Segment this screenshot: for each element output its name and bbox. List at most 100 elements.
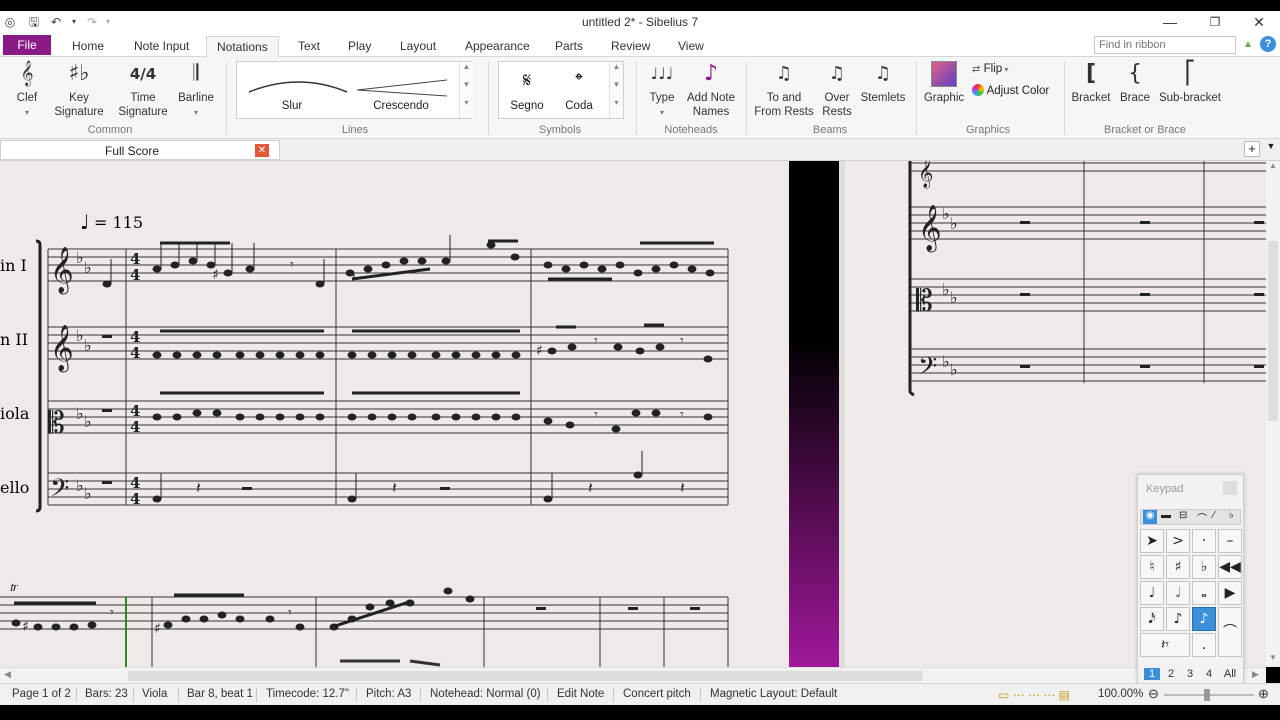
tab-review[interactable]: Review — [601, 36, 660, 57]
scroll-right-icon[interactable]: ▶ — [1252, 669, 1259, 680]
keypad-layout-1[interactable]: 1 — [1144, 668, 1160, 680]
zoom-in-icon[interactable]: ⊕ — [1258, 686, 1269, 702]
tab-parts[interactable]: Parts — [545, 36, 593, 57]
keypad-rewind-button[interactable]: ◀◀ — [1218, 555, 1242, 579]
concert-pitch-toggle[interactable]: Concert pitch — [623, 688, 691, 700]
viola-notes[interactable]: 𝄾 𝄾 — [102, 391, 713, 433]
tab-appearance[interactable]: Appearance — [455, 36, 540, 57]
symbols-gallery[interactable]: 𝄋 Segno 𝄌 Coda ▲ ▼ ▾ — [498, 61, 624, 119]
help-icon[interactable]: ? — [1260, 36, 1276, 52]
barline-button[interactable]: 𝄂 Barline ▾ — [176, 61, 216, 120]
tab-notations[interactable]: Notations — [206, 36, 279, 57]
instrument-label-violin-1[interactable]: in I — [0, 256, 27, 275]
scroll-left-icon[interactable]: ◀ — [4, 669, 11, 680]
zoom-slider[interactable] — [1164, 689, 1254, 701]
keypad-staccato-button[interactable]: · — [1192, 529, 1216, 553]
right-page-music[interactable]: 𝄞 𝄞 𝄡 𝄢 ♭♭ ♭ ♭ ♭ ♭ — [916, 161, 1264, 387]
keypad-8th-alt-button[interactable]: ♪ — [1166, 607, 1190, 631]
keypad-panel[interactable]: Keypad ◉ ▬ ⊟ ⌒ ⁄ ♭ ➤ > · – ♮ ♯ ♭ ◀◀ ♩ 𝅗𝅥… — [1137, 474, 1244, 686]
tab-view[interactable]: View — [668, 36, 714, 57]
horizontal-scroll-thumb[interactable] — [128, 671, 923, 681]
adjust-color-button[interactable]: Adjust Color — [972, 84, 1049, 97]
tab-play[interactable]: Play — [338, 36, 381, 57]
clef-button[interactable]: 𝄞 Clef ▾ — [10, 61, 44, 120]
zoom-level[interactable]: 100.00% — [1098, 688, 1143, 700]
keypad-accent-button[interactable]: > — [1166, 529, 1190, 553]
magnetic-layout-toggle[interactable]: Magnetic Layout: Default — [710, 688, 837, 700]
tab-layout[interactable]: Layout — [390, 36, 446, 57]
system-bracket[interactable] — [35, 239, 42, 513]
ribbon-search-input[interactable] — [1094, 36, 1236, 54]
instrument-label-violin-2[interactable]: n II — [0, 330, 28, 349]
lines-gallery-scroll[interactable]: ▲ ▼ ▾ — [459, 62, 473, 118]
system-2-notes[interactable]: 𝆖 ♯ 𝄾 ♯ 𝄾 — [10, 579, 700, 637]
keypad-layout-4[interactable]: 4 — [1201, 668, 1217, 680]
keypad-layout-3[interactable]: 3 — [1182, 668, 1198, 680]
add-note-names-button[interactable]: ♪ Add Note Names — [684, 61, 738, 119]
zoom-slider-thumb[interactable] — [1204, 689, 1210, 701]
tab-home[interactable]: Home — [62, 36, 114, 57]
tab-file[interactable]: File — [3, 35, 51, 55]
keypad-tie-icon[interactable]: ⌒ — [1197, 510, 1207, 525]
lines-gallery[interactable]: Slur Crescendo ▲ ▼ ▾ — [236, 61, 473, 119]
tempo-mark[interactable]: ♩ = 115 — [80, 210, 143, 234]
keypad-eighth-button[interactable]: ♪ — [1192, 607, 1216, 631]
keypad-close-icon[interactable] — [1223, 481, 1237, 495]
keypad-natural-button[interactable]: ♮ — [1140, 555, 1164, 579]
close-button[interactable]: ✕ — [1237, 11, 1280, 33]
keypad-layout-2[interactable]: 2 — [1163, 668, 1179, 680]
segno-item[interactable]: Segno — [507, 100, 547, 112]
collapse-ribbon-icon[interactable]: ▲ — [1240, 37, 1256, 53]
document-tab[interactable]: Full Score ✕ — [0, 140, 280, 160]
time-signature-button[interactable]: 4/4 Time Signature — [112, 61, 174, 119]
sub-bracket-button[interactable]: ⎡ Sub-bracket — [1158, 61, 1222, 105]
cello-notes[interactable]: 𝄽 𝄽 𝄽 𝄽 — [102, 451, 685, 503]
keypad-tie-button[interactable]: ⌒ — [1218, 607, 1242, 657]
bracket-button[interactable]: [ Bracket — [1070, 61, 1112, 105]
view-mode-icons[interactable]: ▭ ⋯ ⋯ ⋯ ▤ — [998, 688, 1070, 702]
status-page[interactable]: Page 1 of 2 — [12, 688, 71, 700]
flip-button[interactable]: ⇄ Flip ▾ — [972, 63, 1008, 75]
new-tab-button[interactable]: + — [1244, 141, 1260, 157]
keypad-play-button[interactable]: ▶ — [1218, 581, 1242, 605]
keypad-dot-button[interactable]: . — [1192, 633, 1216, 657]
scroll-down-icon[interactable]: ▼ — [1269, 653, 1277, 662]
symbols-gallery-scroll[interactable]: ▲ ▼ ▾ — [609, 62, 623, 118]
tab-note-input[interactable]: Note Input — [124, 36, 199, 57]
vertical-scroll-thumb[interactable] — [1268, 241, 1278, 421]
keypad-tenuto-button[interactable]: – — [1218, 529, 1242, 553]
keypad-flat-button[interactable]: ♭ — [1192, 555, 1216, 579]
violin-1-notes[interactable]: ♯ 𝄾 — [102, 235, 715, 288]
coda-item[interactable]: Coda — [559, 100, 599, 112]
keypad-marcato-icon[interactable]: ⊟ — [1179, 510, 1187, 521]
horizontal-scrollbar[interactable]: ◀ ▶ — [0, 667, 1266, 683]
crescendo-item[interactable]: Crescendo — [361, 100, 441, 112]
instrument-label-viola[interactable]: iola — [0, 404, 30, 423]
keypad-layout-all[interactable]: All — [1220, 668, 1240, 680]
keypad-quarter-button[interactable]: ♩ — [1140, 581, 1164, 605]
score-canvas[interactable]: ♩ = 115 in I n II iola ello 𝄞 𝄞 𝄡 𝄢 ♭ ♭ ♭… — [0, 161, 1266, 667]
keypad-slash-icon[interactable]: ⁄ — [1213, 510, 1215, 521]
beam-to-from-rests-button[interactable]: ♫ To and From Rests — [754, 61, 814, 119]
tab-menu-icon[interactable]: ▼ — [1264, 141, 1278, 157]
beam-over-rests-button[interactable]: ♫ Over Rests — [818, 61, 856, 119]
keypad-view-icon[interactable]: ◉ — [1143, 510, 1157, 524]
keypad-rest-button[interactable]: 𝄽𝄾 — [1140, 633, 1190, 657]
brace-button[interactable]: { Brace — [1116, 61, 1154, 105]
vertical-scrollbar[interactable]: ▲ ▼ — [1266, 161, 1280, 667]
instrument-label-cello[interactable]: ello — [0, 478, 29, 497]
keypad-sharp-button[interactable]: ♯ — [1166, 555, 1190, 579]
keypad-tenuto-icon[interactable]: ▬ — [1161, 510, 1171, 521]
graphic-button[interactable]: Graphic — [922, 61, 966, 105]
restore-button[interactable]: ❐ — [1193, 11, 1237, 33]
slur-item[interactable]: Slur — [267, 100, 317, 112]
notehead-type-button[interactable]: ♩♩♩ Type ▾ — [642, 61, 682, 120]
scroll-up-icon[interactable]: ▲ — [1269, 161, 1277, 170]
close-document-icon[interactable]: ✕ — [255, 144, 269, 157]
stemlets-button[interactable]: ♫ Stemlets — [858, 61, 908, 105]
score-drawing[interactable]: ♩ = 115 in I n II iola ello 𝄞 𝄞 𝄡 𝄢 ♭♭ ♭… — [0, 161, 1266, 667]
minimize-button[interactable]: — — [1148, 11, 1192, 33]
key-signature-button[interactable]: ♯♭ Key Signature — [50, 61, 108, 119]
keypad-16th-button[interactable]: 𝅘𝅥𝅯 — [1140, 607, 1164, 631]
keypad-whole-button[interactable]: 𝅝 — [1192, 581, 1216, 605]
